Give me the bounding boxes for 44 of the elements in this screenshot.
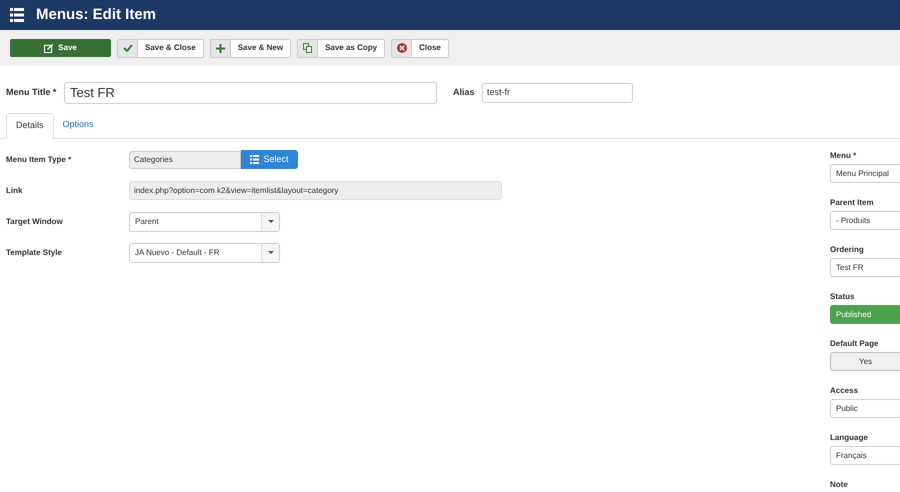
edit-icon (44, 44, 54, 52)
list-icon (250, 155, 260, 164)
dropdown[interactable]: Menu Principal (830, 164, 900, 183)
field-label: Access (830, 385, 860, 397)
toggle-button[interactable]: Yes (830, 352, 900, 371)
link-field: index.php?option=com k2&view=itemlist&layout=category (129, 181, 502, 200)
alias-input[interactable]: test-fr (482, 83, 633, 103)
field-label: Language (830, 432, 869, 444)
tab[interactable]: Options (54, 112, 103, 138)
list-icon (10, 8, 24, 22)
field-label: Link (6, 184, 24, 196)
field-label: Alias (453, 86, 476, 100)
select-button[interactable]: Select (241, 150, 298, 169)
dropdown[interactable]: JA Nuevo - Default - FR (129, 242, 280, 262)
field-label: Template Style (6, 246, 63, 258)
caret-icon (268, 220, 274, 223)
check-icon (122, 44, 132, 52)
field-label: Note (830, 479, 849, 491)
dropdown[interactable]: Parent (129, 212, 280, 232)
toolbar-button[interactable]: Close (391, 38, 449, 58)
dropdown[interactable]: Public (830, 399, 900, 418)
toolbar-button[interactable]: Save & Close (117, 38, 204, 58)
title-input[interactable]: Test FR (64, 82, 437, 104)
dropdown[interactable]: Test FR (830, 258, 900, 277)
close-icon (396, 43, 407, 53)
page-title: Menus: Edit Item (36, 4, 156, 25)
toolbar-button[interactable]: Save & New (210, 38, 292, 58)
field-label: Menu * (830, 150, 858, 162)
toolbar-button[interactable]: Save as Copy (297, 38, 386, 58)
field-label: Status (830, 291, 856, 303)
dropdown[interactable]: Français (830, 446, 900, 465)
dropdown[interactable]: - Produits (830, 211, 900, 230)
field-label: Ordering (830, 244, 865, 256)
copy-icon (303, 43, 312, 53)
field-label: Parent Item (830, 197, 875, 209)
type-field: Categories (129, 150, 241, 168)
field-label: Target Window (6, 216, 64, 228)
field-label: Default Page (830, 338, 880, 350)
tab[interactable]: Details (6, 113, 54, 139)
plus-icon (216, 44, 225, 52)
field-label: Menu Title * (6, 86, 58, 100)
save-button[interactable]: Save (10, 39, 111, 57)
caret-icon (268, 251, 274, 254)
field-label: Menu Item Type * (6, 154, 72, 166)
